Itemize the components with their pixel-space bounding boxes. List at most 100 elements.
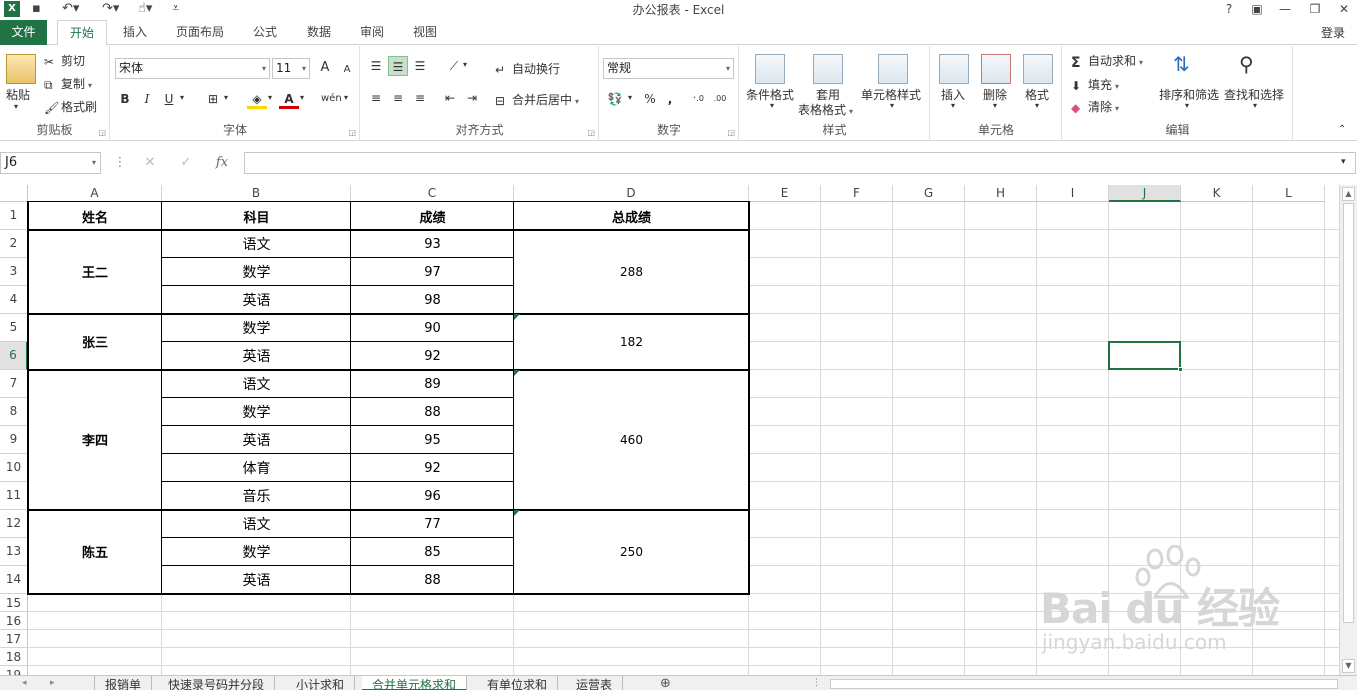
merged-name-cell[interactable]: 王二 bbox=[29, 231, 161, 312]
insert-cells-icon[interactable] bbox=[939, 54, 969, 84]
subject-cell[interactable]: 英语 bbox=[163, 427, 350, 453]
column-header-b[interactable]: B bbox=[162, 185, 351, 202]
merged-name-cell[interactable]: 李四 bbox=[29, 371, 161, 508]
sort-filter-dropdown-icon[interactable]: ▾ bbox=[1185, 101, 1189, 110]
enter-entry-button[interactable]: ✓ bbox=[174, 153, 198, 173]
subject-cell[interactable]: 数学 bbox=[163, 259, 350, 285]
minimize-button[interactable]: — bbox=[1274, 0, 1296, 18]
orientation-dropdown-icon[interactable]: ▾ bbox=[463, 60, 467, 69]
collapse-ribbon-icon[interactable]: ⌃ bbox=[1338, 124, 1346, 135]
prev-sheet-icon[interactable]: ◂ bbox=[22, 676, 27, 690]
header-cell-total[interactable]: 总成绩 bbox=[515, 203, 748, 229]
copy-button[interactable]: ⧉ 复制 ▾ bbox=[44, 75, 92, 92]
currency-dropdown-icon[interactable]: ▾ bbox=[628, 93, 632, 102]
subject-cell[interactable]: 英语 bbox=[163, 567, 350, 593]
fill-handle[interactable] bbox=[1178, 367, 1183, 372]
cell-style-dropdown-icon[interactable]: ▾ bbox=[890, 101, 894, 110]
row-header-1[interactable]: 1 bbox=[0, 202, 28, 230]
binoculars-icon[interactable]: ⚲ bbox=[1239, 52, 1269, 82]
merged-name-cell[interactable]: 陈五 bbox=[29, 511, 161, 592]
decrease-indent-icon[interactable]: ⇤ bbox=[440, 88, 460, 108]
tab-insert[interactable]: 插入 bbox=[112, 20, 158, 46]
row-header-12[interactable]: 12 bbox=[0, 510, 28, 538]
scroll-thumb[interactable] bbox=[1343, 203, 1354, 623]
column-header-h[interactable]: H bbox=[965, 185, 1037, 202]
header-cell-name[interactable]: 姓名 bbox=[29, 203, 161, 229]
row-header-5[interactable]: 5 bbox=[0, 314, 28, 342]
autosum-button[interactable]: Σ 自动求和 ▾ bbox=[1071, 52, 1143, 71]
sheet-tab-quick-entry[interactable]: 快速录号码并分段 bbox=[158, 676, 276, 690]
new-sheet-button[interactable]: ⊕ bbox=[660, 676, 671, 690]
tab-home[interactable]: 开始 bbox=[57, 20, 107, 46]
column-header-c[interactable]: C bbox=[351, 185, 514, 202]
restore-button[interactable]: ❐ bbox=[1304, 0, 1326, 18]
clear-button[interactable]: ◆ 清除 ▾ bbox=[1071, 98, 1119, 115]
error-indicator-icon[interactable] bbox=[514, 370, 520, 376]
cell-style-icon[interactable] bbox=[878, 54, 908, 84]
vertical-scrollbar[interactable]: ▲ ▼ bbox=[1339, 185, 1357, 675]
active-cell-indicator[interactable] bbox=[1108, 341, 1183, 372]
align-center-icon[interactable]: ≡ bbox=[388, 88, 408, 108]
row-header-17[interactable]: 17 bbox=[0, 630, 28, 648]
header-cell-score[interactable]: 成绩 bbox=[352, 203, 513, 229]
delete-dropdown-icon[interactable]: ▾ bbox=[993, 101, 997, 110]
tab-data[interactable]: 数据 bbox=[296, 20, 342, 46]
phonetic-icon[interactable]: wén bbox=[321, 89, 342, 109]
paste-icon[interactable] bbox=[6, 54, 36, 84]
name-box[interactable]: J6 ▾ bbox=[0, 152, 101, 174]
login-link[interactable]: 登录 bbox=[1321, 24, 1345, 41]
alignment-launcher-icon[interactable]: ◲ bbox=[587, 128, 595, 137]
underline-button[interactable]: U bbox=[159, 89, 179, 109]
fill-button[interactable]: ⬇ 填充 ▾ bbox=[1071, 76, 1119, 93]
font-color-dropdown-icon[interactable]: ▾ bbox=[300, 93, 304, 102]
score-cell[interactable]: 95 bbox=[352, 427, 513, 453]
row-header-13[interactable]: 13 bbox=[0, 538, 28, 566]
subject-cell[interactable]: 英语 bbox=[163, 287, 350, 313]
column-header-j[interactable]: J bbox=[1109, 185, 1181, 202]
scroll-up-icon[interactable]: ▲ bbox=[1342, 187, 1355, 201]
row-header-18[interactable]: 18 bbox=[0, 648, 28, 666]
wrap-text-button[interactable]: ↵ 自动换行 bbox=[495, 60, 560, 77]
merged-total-cell[interactable]: 460 bbox=[515, 371, 748, 508]
increase-decimal-icon[interactable]: ⁺.0 bbox=[688, 89, 708, 109]
row-header-2[interactable]: 2 bbox=[0, 230, 28, 258]
increase-indent-icon[interactable]: ⇥ bbox=[462, 88, 482, 108]
score-cell[interactable]: 92 bbox=[352, 343, 513, 369]
underline-dropdown-icon[interactable]: ▾ bbox=[180, 93, 184, 102]
formula-input[interactable] bbox=[244, 152, 1356, 174]
shrink-font-button[interactable]: A bbox=[337, 60, 357, 80]
delete-cells-icon[interactable] bbox=[981, 54, 1011, 84]
cancel-entry-button[interactable]: ✕ bbox=[138, 153, 162, 173]
percent-button[interactable]: % bbox=[640, 89, 660, 109]
font-color-icon[interactable]: A bbox=[279, 89, 299, 109]
select-all-corner[interactable] bbox=[0, 185, 28, 202]
row-header-11[interactable]: 11 bbox=[0, 482, 28, 510]
border-dropdown-icon[interactable]: ▾ bbox=[224, 93, 228, 102]
score-cell[interactable]: 98 bbox=[352, 287, 513, 313]
comma-button[interactable]: , bbox=[660, 89, 680, 109]
ribbon-display-button[interactable]: ▣ bbox=[1246, 0, 1268, 18]
insert-dropdown-icon[interactable]: ▾ bbox=[951, 101, 955, 110]
subject-cell[interactable]: 英语 bbox=[163, 343, 350, 369]
score-cell[interactable]: 92 bbox=[352, 455, 513, 481]
format-painter-button[interactable]: 🖌 格式刷 bbox=[44, 98, 97, 115]
merged-name-cell[interactable]: 张三 bbox=[29, 315, 161, 368]
score-cell[interactable]: 96 bbox=[352, 483, 513, 509]
expand-formula-bar-icon[interactable]: ▾ bbox=[1341, 157, 1346, 167]
font-launcher-icon[interactable]: ◲ bbox=[348, 128, 356, 137]
column-header-i[interactable]: I bbox=[1037, 185, 1109, 202]
find-dropdown-icon[interactable]: ▾ bbox=[1253, 101, 1257, 110]
orientation-icon[interactable]: ⟋ bbox=[444, 56, 464, 76]
fill-color-dropdown-icon[interactable]: ▾ bbox=[268, 93, 272, 102]
merged-total-cell[interactable]: 182 bbox=[515, 315, 748, 368]
format-dropdown-icon[interactable]: ▾ bbox=[1035, 101, 1039, 110]
row-header-14[interactable]: 14 bbox=[0, 566, 28, 594]
next-sheet-icon[interactable]: ▸ bbox=[50, 676, 55, 690]
sheet-tab-subtotal[interactable]: 小计求和 bbox=[286, 676, 356, 690]
subject-cell[interactable]: 语文 bbox=[163, 231, 350, 257]
insert-function-button[interactable]: fx bbox=[210, 153, 234, 173]
tab-view[interactable]: 视图 bbox=[402, 20, 448, 46]
score-cell[interactable]: 77 bbox=[352, 511, 513, 537]
close-button[interactable]: ✕ bbox=[1333, 0, 1355, 18]
error-indicator-icon[interactable] bbox=[514, 510, 520, 516]
